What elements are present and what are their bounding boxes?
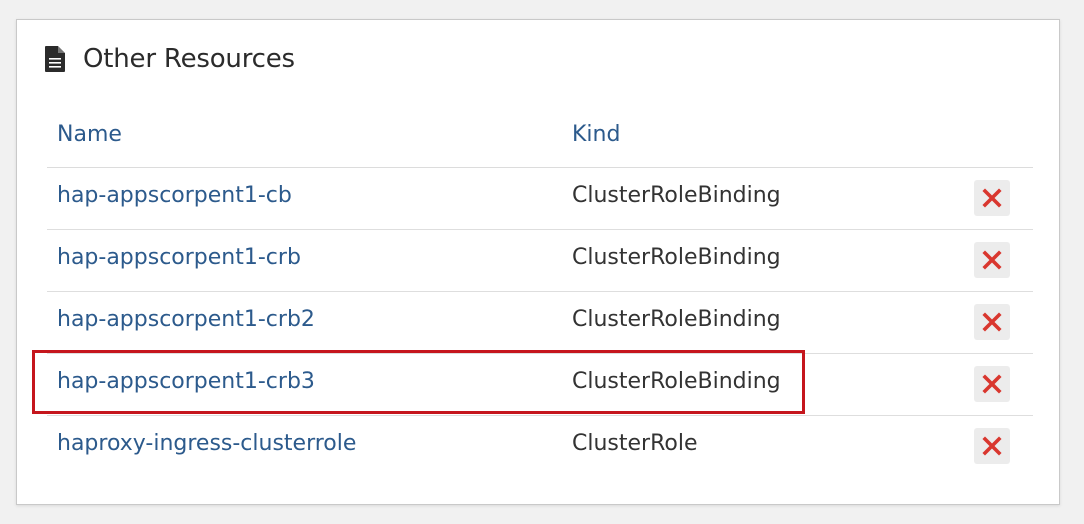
document-icon	[45, 46, 65, 72]
resource-name-link[interactable]: hap-appscorpent1-crb	[57, 245, 301, 270]
table-row: hap-appscorpent1-crb2 ClusterRoleBinding	[47, 292, 1033, 354]
resource-name-link[interactable]: hap-appscorpent1-crb2	[57, 307, 315, 332]
table-row: hap-appscorpent1-crb ClusterRoleBinding	[47, 230, 1033, 292]
other-resources-panel: Other Resources Name Kind hap-appscorpen…	[16, 19, 1060, 505]
column-header-kind[interactable]: Kind	[572, 122, 620, 147]
resource-kind: ClusterRoleBinding	[572, 307, 781, 332]
delete-button[interactable]	[974, 428, 1010, 464]
table-row: hap-appscorpent1-crb3 ClusterRoleBinding	[47, 354, 1033, 416]
delete-x-icon	[982, 312, 1002, 332]
resource-kind: ClusterRoleBinding	[572, 369, 781, 394]
column-header-name[interactable]: Name	[57, 122, 122, 147]
resource-kind: ClusterRoleBinding	[572, 245, 781, 270]
delete-x-icon	[982, 188, 1002, 208]
table-row: hap-appscorpent1-cb ClusterRoleBinding	[47, 168, 1033, 230]
table-row: haproxy-ingress-clusterrole ClusterRole	[47, 416, 1033, 478]
delete-x-icon	[982, 436, 1002, 456]
delete-x-icon	[982, 250, 1002, 270]
delete-x-icon	[982, 374, 1002, 394]
delete-button[interactable]	[974, 180, 1010, 216]
resource-kind: ClusterRole	[572, 431, 698, 456]
resource-name-link[interactable]: hap-appscorpent1-cb	[57, 183, 292, 208]
delete-button[interactable]	[974, 304, 1010, 340]
panel-title: Other Resources	[83, 44, 295, 74]
delete-button[interactable]	[974, 242, 1010, 278]
resource-kind: ClusterRoleBinding	[572, 183, 781, 208]
panel-header: Other Resources	[45, 43, 295, 75]
delete-button[interactable]	[974, 366, 1010, 402]
resource-name-link[interactable]: hap-appscorpent1-crb3	[57, 369, 315, 394]
resource-name-link[interactable]: haproxy-ingress-clusterrole	[57, 431, 356, 456]
